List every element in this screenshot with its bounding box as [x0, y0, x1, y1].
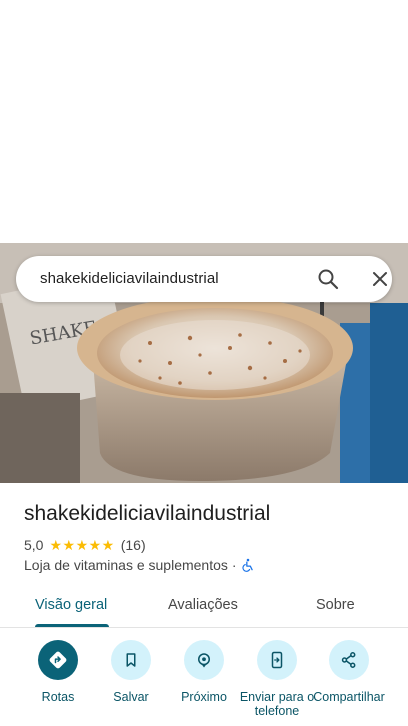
tab-overview[interactable]: Visão geral: [35, 597, 107, 613]
search-icon[interactable]: [316, 267, 340, 291]
tabs-bar: Visão geral Avaliações Sobre: [0, 586, 408, 628]
close-icon[interactable]: [368, 267, 392, 291]
share-label: Compartilhar: [313, 690, 385, 704]
send-to-phone-button[interactable]: Enviar para o telefone: [239, 640, 315, 718]
share-icon: [329, 640, 369, 680]
action-buttons: Rotas Salvar Próximo Enviar para o telef…: [0, 640, 408, 726]
wheelchair-accessible-icon: [241, 558, 255, 572]
place-category: Loja de vitaminas e suplementos: [24, 557, 228, 573]
save-label: Salvar: [113, 690, 149, 704]
tab-about[interactable]: Sobre: [316, 597, 355, 613]
save-button[interactable]: Salvar: [93, 640, 169, 704]
search-query[interactable]: shakekideliciavilaindustrial: [40, 270, 219, 287]
map-area-blank: [0, 0, 408, 243]
send-to-phone-icon: [257, 640, 297, 680]
nearby-label: Próximo: [181, 690, 227, 704]
nearby-button[interactable]: Próximo: [166, 640, 242, 704]
tab-reviews[interactable]: Avaliações: [168, 597, 238, 613]
directions-icon: [38, 640, 78, 680]
send-to-phone-label: Enviar para o telefone: [239, 690, 315, 718]
rating-value: 5,0: [24, 537, 44, 553]
bookmark-icon: [111, 640, 151, 680]
share-button[interactable]: Compartilhar: [311, 640, 387, 704]
category-row: Loja de vitaminas e suplementos ·: [24, 556, 255, 574]
rating-row[interactable]: 5,0 ★★★★★ (16): [24, 536, 146, 554]
separator: ·: [231, 557, 237, 573]
rating-stars: ★★★★★: [49, 536, 115, 553]
directions-button[interactable]: Rotas: [20, 640, 96, 704]
active-tab-indicator: [35, 624, 109, 627]
search-bar[interactable]: shakekideliciavilaindustrial: [16, 256, 392, 302]
review-count[interactable]: (16): [121, 537, 146, 553]
place-title: shakekideliciavilaindustrial: [24, 502, 271, 525]
directions-label: Rotas: [41, 690, 75, 704]
nearby-icon: [184, 640, 224, 680]
